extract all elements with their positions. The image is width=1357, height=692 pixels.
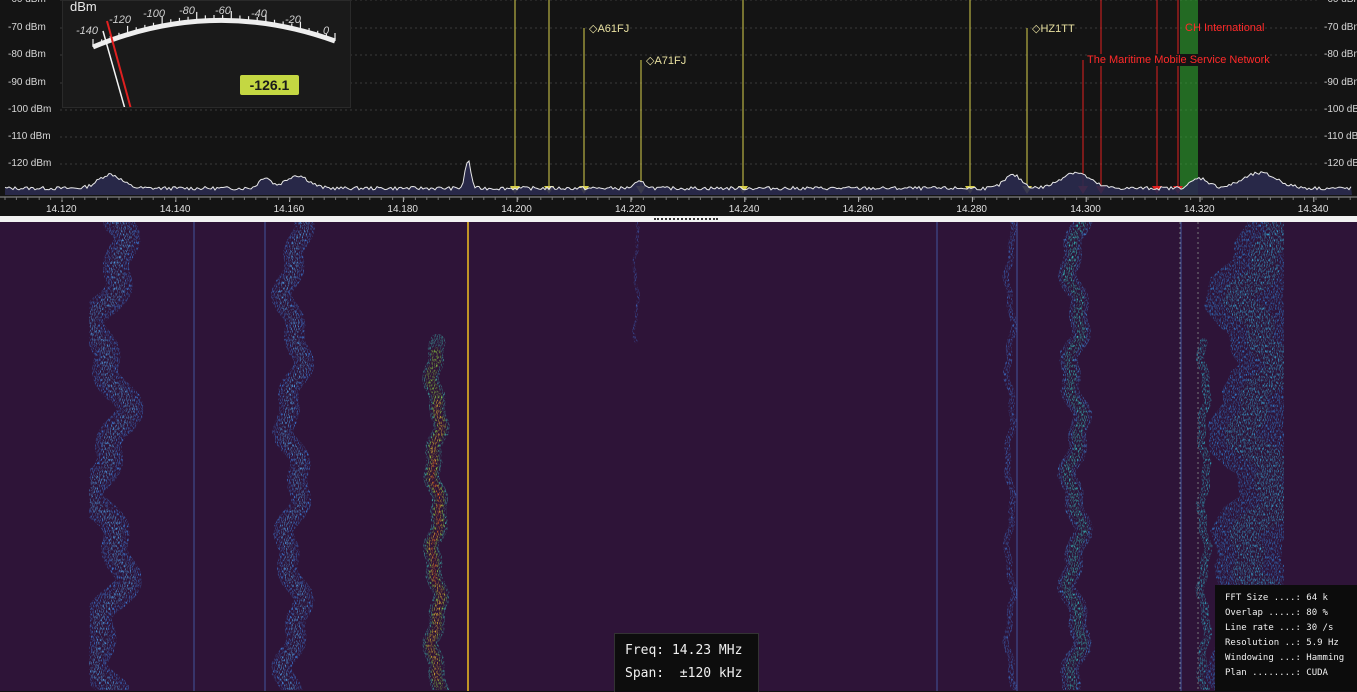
marker-label-ch-international[interactable]: CH International: [1185, 22, 1265, 34]
dbm-label-left: -120 dBm: [8, 158, 52, 169]
meter-scale-label: -20: [285, 14, 301, 26]
dbm-label-right: -80 dBm: [1324, 49, 1357, 60]
marker-label-a61fj[interactable]: ◇A61FJ: [589, 22, 629, 35]
frequency-tick-label: 14.120: [46, 204, 77, 215]
fft-info-value: 64 k: [1306, 593, 1328, 603]
meter-needle: [102, 30, 126, 107]
fft-info-value: CUDA: [1306, 668, 1328, 678]
fft-info-key: Overlap .....:: [1225, 608, 1301, 618]
fft-info-panel: FFT Size ....: 64 k Overlap .....: 80 % …: [1215, 585, 1357, 691]
meter-scale-label: -80: [179, 5, 195, 17]
dbm-label-left: -60 dBm: [8, 0, 46, 5]
fft-info-value: Hamming: [1306, 653, 1345, 663]
meter-scale-label: 0: [323, 25, 330, 37]
frequency-tick-label: 14.140: [159, 204, 191, 215]
frequency-tick-label: 14.240: [728, 204, 760, 215]
tooltip-span-value: ±120 kHz: [679, 666, 743, 681]
marker-label-a71fj[interactable]: ◇A71FJ: [646, 54, 686, 67]
meter-scale-label: -140: [76, 25, 99, 37]
waterfall-signal-trace: [1002, 222, 1018, 691]
frequency-tick-label: 14.340: [1297, 204, 1329, 215]
meter-readout: -126.1: [240, 75, 299, 95]
frequency-tick-label: 14.300: [1070, 204, 1101, 215]
frequency-tooltip: Freq: 14.23 MHz Span: ±120 kHz: [614, 633, 759, 692]
fft-info-key: FFT Size ....:: [1225, 593, 1301, 603]
fft-info-value: 5.9 Hz: [1306, 638, 1339, 648]
dbm-label-right: -120 dBm: [1324, 158, 1357, 169]
frequency-tick-label: 14.160: [273, 204, 305, 215]
frequency-tick-label: 14.220: [615, 204, 646, 215]
waterfall-image[interactable]: [0, 222, 1357, 691]
signal-meter: dBm -140 -120 -100 -80 -60 -40 -20 0 -12…: [62, 0, 351, 108]
dbm-label-left: -100 dBm: [8, 104, 52, 115]
dbm-label-left: -80 dBm: [8, 49, 46, 60]
meter-scale-label: -100: [143, 8, 166, 20]
dbm-label-right: -100 dBm: [1324, 104, 1357, 115]
marker-label-hz1tt[interactable]: ◇HZ1TT: [1032, 22, 1075, 35]
marker-label-maritime-mobile[interactable]: The Maritime Mobile Service Network: [1087, 54, 1270, 66]
fft-info-key: Resolution ..:: [1225, 638, 1301, 648]
dbm-label-right: -60 dBm: [1324, 0, 1357, 5]
fft-info-key: Line rate ...:: [1225, 623, 1301, 633]
frequency-tick-label: 14.280: [956, 204, 987, 215]
dbm-label-right: -110 dBm: [1324, 131, 1357, 142]
fft-info-key: Windowing ...:: [1225, 653, 1301, 663]
meter-scale-label: -40: [251, 8, 267, 20]
frequency-tick-label: 14.260: [842, 204, 874, 215]
meter-scale-label: -120: [109, 14, 132, 26]
spectrum-display[interactable]: -60 dBm -70 dBm -80 dBm -90 dBm -100 dBm -110…: [0, 0, 1357, 218]
waterfall-display[interactable]: [0, 222, 1357, 691]
dbm-label-right: -90 dBm: [1324, 77, 1357, 88]
dbm-label-left: -90 dBm: [8, 77, 46, 88]
dbm-label-left: -110 dBm: [8, 131, 51, 142]
dbm-label-left: -70 dBm: [8, 22, 46, 33]
dbm-label-right: -70 dBm: [1324, 22, 1357, 33]
frequency-tick-label: 14.320: [1184, 204, 1215, 215]
fft-info-value: 30 /s: [1306, 623, 1334, 633]
fft-info-value: 80 %: [1306, 608, 1328, 618]
waterfall-signal-trace: [1195, 338, 1213, 691]
fft-info-key: Plan ........:: [1225, 668, 1301, 678]
meter-scale-label: -60: [215, 5, 231, 17]
waterfall-signal-trace: [631, 222, 641, 344]
meter-dial: [92, 11, 336, 107]
frequency-tick-label: 14.200: [501, 204, 532, 215]
tooltip-freq-key: Freq:: [625, 643, 665, 658]
tooltip-freq-value: 14.23 MHz: [671, 643, 743, 658]
tooltip-span-key: Span:: [625, 666, 665, 681]
frequency-tick-label: 14.180: [387, 204, 418, 215]
